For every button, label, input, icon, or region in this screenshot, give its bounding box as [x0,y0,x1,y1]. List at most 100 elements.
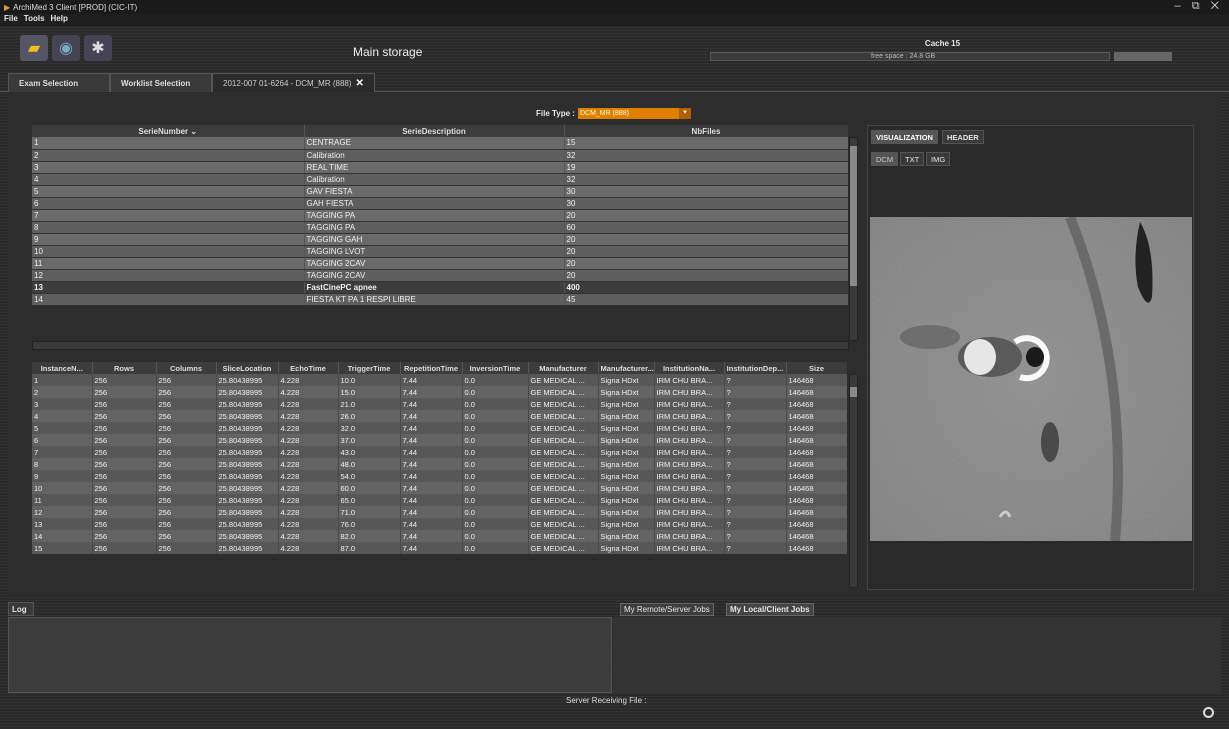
instance-row[interactable]: 7 256 256 25.80438995 4.228 43.0 7.44 0.0 GE MED… [32,446,847,458]
serie-number-cell: 14 [32,293,305,306]
menu-file[interactable]: File [4,14,18,26]
series-vertical-scrollbar[interactable] [849,137,858,341]
cache-bar: free space : 24.8 GB [710,52,1110,61]
tab-exam-selection[interactable]: Exam Selection [8,73,110,92]
instance-row[interactable]: 10 256 256 25.80438995 4.228 60.0 7.44 0.0 GE ME… [32,482,847,494]
instance-row[interactable]: 6 256 256 25.80438995 4.228 37.0 7.44 0.0 GE MED… [32,434,847,446]
instance-cell: GE MEDICAL ... [528,374,599,386]
nbfiles-cell: 32 [564,173,848,186]
open-folder-button[interactable]: ▰ [20,35,48,61]
instance-vertical-scrollbar[interactable] [849,374,858,588]
instance-row[interactable]: 3 256 256 25.80438995 4.228 21.0 7.44 0.0 GE MED… [32,398,847,410]
instance-cell: GE MEDICAL ... [528,542,599,554]
instance-row[interactable]: 8 256 256 25.80438995 4.228 48.0 7.44 0.0 GE MED… [32,458,847,470]
instance-column-header[interactable]: TriggerTime [338,362,401,374]
instance-cell: 146468 [786,530,847,542]
tab-local-client-jobs[interactable]: My Local/Client Jobs [726,603,814,616]
instance-column-header[interactable]: SliceLocation [216,362,279,374]
storage-button[interactable]: ◉ [52,35,80,61]
series-row[interactable]: 7 TAGGING PA 20 [32,209,848,222]
column-header-nbfiles[interactable]: NbFiles [564,125,848,137]
mri-image[interactable] [870,217,1192,541]
instance-row[interactable]: 4 256 256 25.80438995 4.228 26.0 7.44 0.0 GE MED… [32,410,847,422]
tab-remote-server-jobs[interactable]: My Remote/Server Jobs [620,603,714,616]
instance-column-header[interactable]: Columns [156,362,217,374]
instance-row[interactable]: 13 256 256 25.80438995 4.228 76.0 7.44 0.0 GE ME… [32,518,847,530]
instance-cell: Signa HDxt [598,434,655,446]
tab-dcm[interactable]: DCM [871,152,899,166]
instance-column-header[interactable]: EchoTime [278,362,339,374]
instance-cell: 0.0 [462,434,529,446]
instance-row[interactable]: 5 256 256 25.80438995 4.228 32.0 7.44 0.0 GE MED… [32,422,847,434]
window-controls[interactable]: – ⧉ ✕ [1175,0,1223,13]
series-row[interactable]: 11 TAGGING 2CAV 20 [32,257,848,270]
nbfiles-cell: 19 [564,161,848,174]
instance-row[interactable]: 12 256 256 25.80438995 4.228 71.0 7.44 0.0 GE ME… [32,506,847,518]
instance-column-header[interactable]: Manufacturer [528,362,599,374]
instance-cell: 25.80438995 [216,458,279,470]
serie-number-cell: 11 [32,257,305,270]
column-header-serie-number[interactable]: SerieNumber ⌄ [32,125,305,137]
instance-row[interactable]: 2 256 256 25.80438995 4.228 15.0 7.44 0.0 GE MED… [32,386,847,398]
serie-number-cell: 13 [32,281,305,294]
chevron-down-icon[interactable]: ▾ [678,108,691,119]
tab-header[interactable]: HEADER [942,130,984,144]
instance-column-header[interactable]: RepetitionTime [400,362,463,374]
series-row[interactable]: 6 GAH FIESTA 30 [32,197,848,210]
instance-row[interactable]: 15 256 256 25.80438995 4.228 87.0 7.44 0.0 GE ME… [32,542,847,554]
instance-column-header[interactable]: InversionTime [462,362,529,374]
tab-txt[interactable]: TXT [900,152,925,166]
instance-column-header[interactable]: Rows [92,362,157,374]
series-row[interactable]: 13 FastCinePC apnee 400 [32,281,848,294]
tab-visualization[interactable]: VISUALIZATION [871,130,938,144]
scrollbar-thumb[interactable] [850,146,857,286]
instance-column-header[interactable]: Manufacturer... [598,362,655,374]
instance-cell: 256 [92,410,157,422]
column-header-serie-description[interactable]: SerieDescription [304,125,565,137]
instance-row[interactable]: 14 256 256 25.80438995 4.228 82.0 7.44 0.0 GE ME… [32,530,847,542]
close-icon[interactable]: ✕ [356,78,364,89]
scrollbar-thumb[interactable] [850,387,857,397]
instance-cell: 25.80438995 [216,410,279,422]
instance-column-header[interactable]: InstitutionDep... [724,362,787,374]
series-row[interactable]: 14 FIESTA KT PA 1 RESPI LIBRE 45 [32,293,848,306]
instance-cell: ? [724,542,787,554]
series-row[interactable]: 5 GAV FIESTA 30 [32,185,848,198]
instance-cell: IRM CHU BRA... [654,530,725,542]
menu-tools[interactable]: Tools [24,14,45,26]
tab-worklist-selection[interactable]: Worklist Selection [110,73,212,92]
tab-log[interactable]: Log [8,602,34,616]
instance-table: InstanceN... Rows Columns SliceLocation Echo… [32,362,847,590]
instance-cell: 146468 [786,386,847,398]
log-panel[interactable] [8,617,612,693]
instance-cell: GE MEDICAL ... [528,446,599,458]
instance-cell: IRM CHU BRA... [654,518,725,530]
file-type-label: File Type : [536,109,575,118]
file-type-select[interactable]: DCM_MR (888) ▾ [577,108,691,119]
series-row[interactable]: 8 TAGGING PA 60 [32,221,848,234]
series-horizontal-scrollbar[interactable] [32,341,849,350]
instance-cell: 12 [32,506,93,518]
series-row[interactable]: 2 Calibration 32 [32,149,848,162]
series-row[interactable]: 10 TAGGING LVOT 20 [32,245,848,258]
series-row[interactable]: 4 Calibration 32 [32,173,848,186]
instance-column-header[interactable]: InstitutionNa... [654,362,725,374]
series-row[interactable]: 12 TAGGING 2CAV 20 [32,269,848,282]
instance-column-header[interactable]: Size [786,362,847,374]
menu-help[interactable]: Help [51,14,68,26]
tab-img[interactable]: IMG [926,152,951,166]
series-row[interactable]: 3 REAL TIME 19 [32,161,848,174]
instance-cell: 256 [156,530,217,542]
instance-row[interactable]: 9 256 256 25.80438995 4.228 54.0 7.44 0.0 GE MED… [32,470,847,482]
instance-row[interactable]: 11 256 256 25.80438995 4.228 65.0 7.44 0.0 GE ME… [32,494,847,506]
series-row[interactable]: 1 CENTRAGE 15 [32,137,848,150]
instance-cell: GE MEDICAL ... [528,434,599,446]
cache-free-space: free space : 24.8 GB [871,53,936,60]
series-row[interactable]: 9 TAGGING GAH 20 [32,233,848,246]
instance-cell: ? [724,506,787,518]
instance-column-header[interactable]: InstanceN... [32,362,93,374]
settings-button[interactable]: ✱ [84,35,112,61]
instance-row[interactable]: 1 256 256 25.80438995 4.228 10.0 7.44 0.0 GE MED… [32,374,847,386]
instance-cell: GE MEDICAL ... [528,482,599,494]
tab-exam-detail[interactable]: 2012-007 01-6264 - DCM_MR (888) ✕ [212,73,375,92]
